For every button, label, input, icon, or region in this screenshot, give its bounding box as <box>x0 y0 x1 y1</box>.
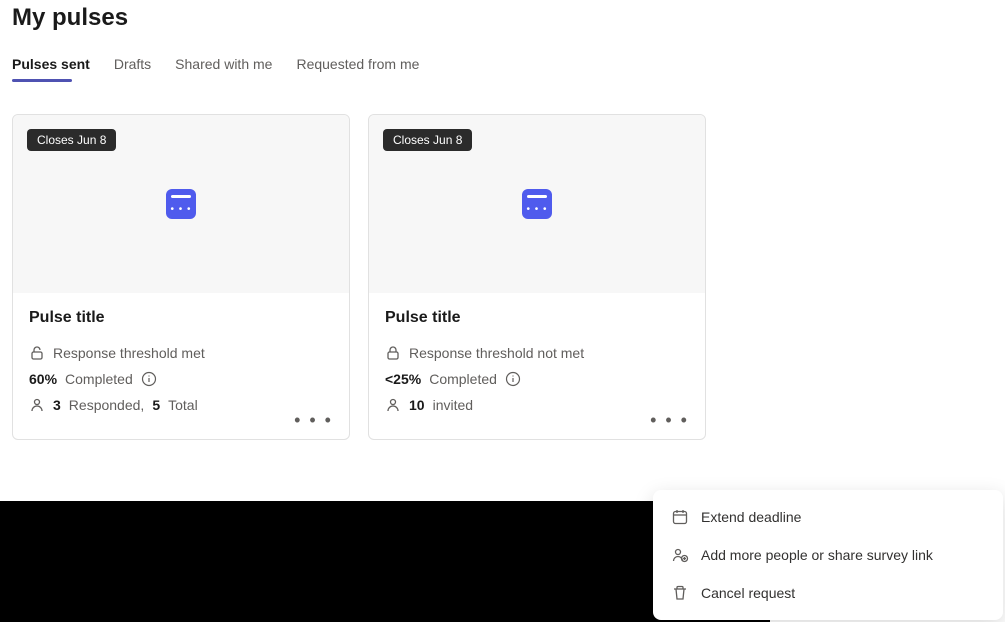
completion-label: Completed <box>429 371 497 387</box>
tabs: Pulses sent Drafts Shared with me Reques… <box>12 56 758 82</box>
completion-row: <25% Completed <box>385 371 689 387</box>
info-icon[interactable] <box>141 371 157 387</box>
menu-add-people[interactable]: Add more people or share survey link <box>653 536 1003 574</box>
tab-requested-from-me[interactable]: Requested from me <box>296 56 419 82</box>
completion-percent: 60% <box>29 371 57 387</box>
person-icon <box>29 397 45 413</box>
people-row: 10 invited <box>385 397 689 413</box>
more-button[interactable]: • • • <box>650 411 689 429</box>
card-title: Pulse title <box>385 309 689 327</box>
page-title: My pulses <box>12 4 758 32</box>
pulse-icon <box>166 189 196 219</box>
tab-pulses-sent[interactable]: Pulses sent <box>12 56 90 82</box>
lock-icon <box>385 345 401 361</box>
completion-label: Completed <box>65 371 133 387</box>
pulse-icon <box>522 189 552 219</box>
card-body: Pulse title Response threshold not met <… <box>369 293 705 439</box>
threshold-row: Response threshold not met <box>385 345 689 361</box>
invited-label: invited <box>433 397 473 413</box>
info-icon[interactable] <box>505 371 521 387</box>
completion-row: 60% Completed <box>29 371 333 387</box>
threshold-row: Response threshold met <box>29 345 333 361</box>
more-button[interactable]: • • • <box>294 411 333 429</box>
threshold-text: Response threshold not met <box>409 345 584 361</box>
people-add-icon <box>671 546 689 564</box>
card-header: Closes Jun 8 <box>369 115 705 293</box>
completion-percent: <25% <box>385 371 421 387</box>
person-icon <box>385 397 401 413</box>
card-body: Pulse title Response threshold met 60% C… <box>13 293 349 439</box>
pulse-card[interactable]: Closes Jun 8 Pulse title Response thresh… <box>12 114 350 440</box>
menu-label: Extend deadline <box>701 509 801 525</box>
tab-drafts[interactable]: Drafts <box>114 56 151 82</box>
card-title: Pulse title <box>29 309 333 327</box>
total-label: Total <box>168 397 198 413</box>
menu-label: Add more people or share survey link <box>701 547 933 563</box>
menu-cancel-request[interactable]: Cancel request <box>653 574 1003 612</box>
threshold-text: Response threshold met <box>53 345 205 361</box>
menu-extend-deadline[interactable]: Extend deadline <box>653 498 1003 536</box>
closes-badge: Closes Jun 8 <box>27 129 116 151</box>
responded-count: 3 <box>53 397 61 413</box>
responded-label: Responded, <box>69 397 145 413</box>
context-menu: Extend deadline Add more people or share… <box>653 490 1003 620</box>
pulse-card[interactable]: Closes Jun 8 Pulse title Response thresh… <box>368 114 706 440</box>
menu-label: Cancel request <box>701 585 795 601</box>
unlock-icon <box>29 345 45 361</box>
trash-icon <box>671 584 689 602</box>
people-row: 3 Responded, 5 Total <box>29 397 333 413</box>
tab-shared-with-me[interactable]: Shared with me <box>175 56 272 82</box>
calendar-icon <box>671 508 689 526</box>
card-header: Closes Jun 8 <box>13 115 349 293</box>
cards-container: Closes Jun 8 Pulse title Response thresh… <box>12 114 758 440</box>
closes-badge: Closes Jun 8 <box>383 129 472 151</box>
invited-count: 10 <box>409 397 425 413</box>
total-count: 5 <box>152 397 160 413</box>
